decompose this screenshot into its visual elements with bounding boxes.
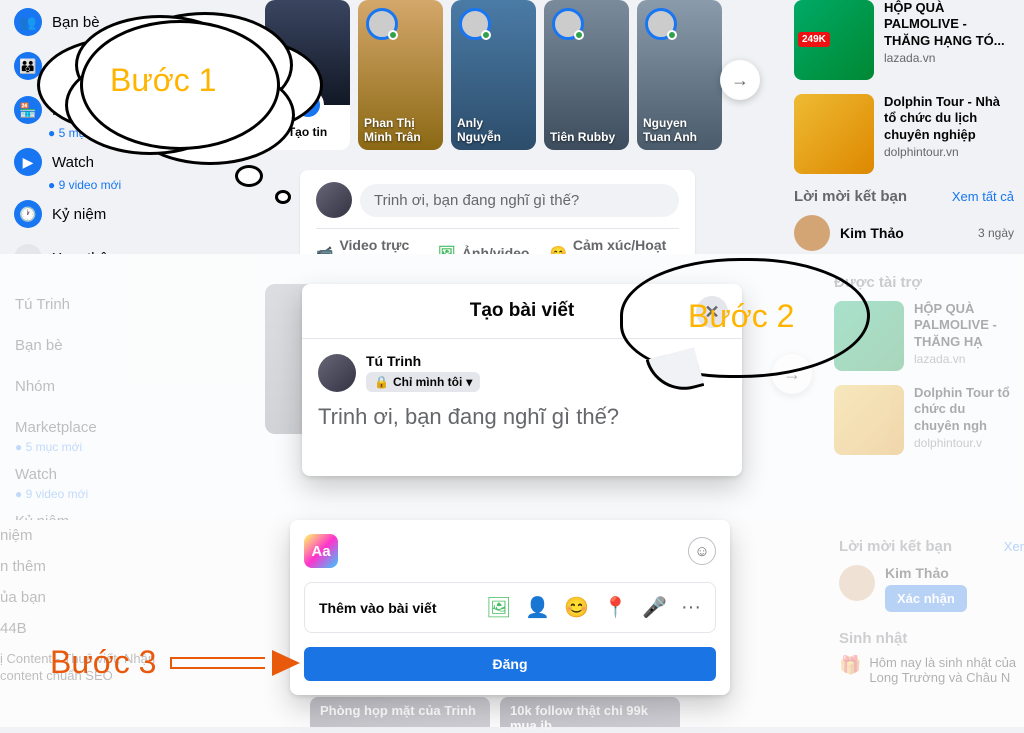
story-card[interactable]: Phan Thị Minh Trân [358,0,443,150]
nav-label: Kỷ niệm [52,206,106,223]
friend-name: Kim Thảo [840,225,904,241]
modal-username: Tú Trinh [366,353,480,369]
nav-memories[interactable]: 🕐Kỷ niệm [10,192,250,236]
post-button[interactable]: Đăng [304,647,716,681]
post-textarea[interactable]: Trinh ơi, bạn đang nghĩ gì thế? [302,396,742,476]
room-card: Phòng họp mặt của Trinh [310,697,490,727]
plus-icon: + [292,89,324,121]
online-dot-icon [667,30,677,40]
step2-callout: Bước 2 [620,258,870,378]
avatar [794,215,830,251]
step1-callout: Bước 1 [80,20,280,150]
stories-next-button[interactable]: → [720,60,760,100]
friend-time: 3 ngày [978,226,1014,240]
online-dot-icon [481,30,491,40]
step1-label: Bước 1 [110,62,216,99]
birthday-title: Sinh nhật [839,630,1024,647]
privacy-selector[interactable]: 🔒 Chỉ mình tôi ▾ [366,372,480,392]
nav-sublabel: ● 5 mục mới [15,440,97,454]
ad-title: Dolphin Tour - Nhà tổ chức du lịch chuyê… [884,94,1014,143]
friend-request-item[interactable]: Kim Thảo 3 ngày [794,215,1014,251]
confirm-button[interactable]: Xác nhận [885,585,967,612]
nav-sublabel: ● 9 video mới [48,178,250,192]
gift-icon: 🎁 [839,655,861,685]
create-post-modal-bottom: Aa ☺ Thêm vào bài viết 🖼 👤 😊 📍 🎤 ··· Đăn… [290,520,730,695]
nav-item: Bạn bè [15,325,97,366]
sponsored-ad[interactable]: Dolphin Tour - Nhà tổ chức du lịch chuyê… [794,94,1014,174]
background-picker-button[interactable]: Aa [304,534,338,568]
step3-callout: Bước 3 [50,644,300,681]
add-to-post-row: Thêm vào bài viết 🖼 👤 😊 📍 🎤 ··· [304,582,716,633]
sponsored-ad[interactable]: 249K HỘP QUÀ PALMOLIVE - THĂNG HẠNG TÓ..… [794,0,1014,80]
avatar [839,565,875,601]
nav-sublabel: ● 9 video mới [15,487,97,501]
emoji-picker-button[interactable]: ☺ [688,537,716,565]
feeling-icon[interactable]: 😊 [564,595,589,620]
story-name: Tiên Rubby [550,130,623,144]
story-card[interactable]: Anly Nguyễn [451,0,536,150]
right-column: 249K HỘP QUÀ PALMOLIVE - THĂNG HẠNG TÓ..… [794,0,1014,251]
nav-item: Nhóm [15,366,97,407]
avatar[interactable] [316,182,352,218]
online-dot-icon [574,30,584,40]
see-all-link[interactable]: Xem tất cả [952,189,1014,204]
modal-title: Tạo bài viết [470,300,575,321]
story-name: Anly Nguyễn [457,116,530,144]
price-badge: 249K [798,32,830,47]
ad-domain: lazada.vn [884,51,1014,65]
photo-icon[interactable]: 🖼 [486,595,511,620]
friend-requests-title: Lời mời kết bạn [794,188,907,205]
promo-card: 10k follow thật chỉ 99k mua ib [500,697,680,727]
story-name: Phan Thị Minh Trân [364,116,437,144]
add-to-post-label: Thêm vào bài viết [319,600,436,616]
ad-domain: dolphintour.vn [884,145,1014,159]
story-card[interactable]: Tiên Rubby [544,0,629,150]
avatar [318,354,356,392]
step2-label: Bước 2 [688,298,794,335]
online-dot-icon [388,30,398,40]
ad-title: HỘP QUÀ PALMOLIVE - THĂNG HẠNG TÓ... [884,0,1014,49]
story-card[interactable]: Nguyen Tuan Anh [637,0,722,150]
nav-item: Tú Trinh [15,284,97,325]
mic-icon[interactable]: 🎤 [642,595,667,620]
story-name: Nguyen Tuan Anh [643,116,716,144]
composer-input[interactable]: Trinh ơi, bạn đang nghĩ gì thế? [360,184,679,217]
arrow-icon [170,653,300,673]
more-icon[interactable]: ··· [681,596,701,619]
right-column-faded: Lời mời kết bạnXer Kim Thảo Xác nhận Sin… [839,530,1024,685]
tag-people-icon[interactable]: 👤 [525,595,550,620]
step3-label: Bước 3 [50,644,156,681]
stories-tray: + Tạo tin Phan Thị Minh Trân Anly Nguyễn… [265,0,722,150]
left-nav-faded: Tú Trinh Bạn bè Nhóm Marketplace ● 5 mục… [15,284,97,542]
nav-label: Watch [52,154,94,171]
location-icon[interactable]: 📍 [603,595,628,620]
